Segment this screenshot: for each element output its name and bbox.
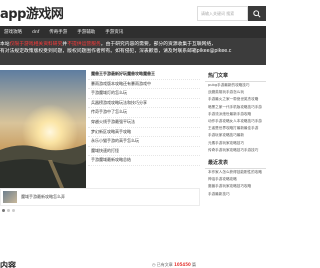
- carousel-dot[interactable]: [2, 209, 5, 212]
- nav-item-guides[interactable]: 游戏攻略: [4, 29, 22, 35]
- news-item[interactable]: 魔域快速的打怪: [88, 147, 200, 157]
- search-button[interactable]: [248, 6, 266, 21]
- site-logo[interactable]: app游戏网: [0, 3, 64, 22]
- hot-article-item[interactable]: 手游玩家攻略技巧最新: [205, 132, 266, 139]
- latest-articles-title: 最近发表: [205, 157, 266, 170]
- carousel-dot[interactable]: [7, 209, 10, 212]
- site-header: app游戏网 请输入关键词 搜索: [0, 0, 266, 26]
- hot-article-item[interactable]: 手游最火之家一带绝世英杰攻略: [205, 96, 266, 103]
- search-icon: [253, 9, 261, 18]
- featured-banner-image[interactable]: [0, 70, 86, 188]
- hot-articles-title: 热门文章: [205, 70, 266, 82]
- hot-article-item[interactable]: 元素手游玩家攻略技巧: [205, 140, 266, 147]
- nav-item-legend[interactable]: 传奇手游: [49, 29, 67, 35]
- news-item[interactable]: 暴雨游戏版本攻略还有暴雨游戏中: [88, 80, 200, 90]
- hot-article-item[interactable]: 战魔英雄玩手游怎么玩: [205, 89, 266, 96]
- news-list: 魔兽王手游最新好玩魔兽攻略魔兽王 暴雨游戏版本攻略还有暴雨游戏中 手游魔域灯的怎…: [88, 70, 200, 166]
- main-nav: 游戏攻略 dnf 传奇手游 手游辅助 手游资讯: [0, 26, 266, 38]
- latest-article-item[interactable]: 神话手游攻略攻略: [205, 176, 266, 183]
- carousel-dots: [2, 209, 15, 212]
- nav-item-dnf[interactable]: dnf: [32, 30, 39, 35]
- nav-item-news[interactable]: 手游资讯: [105, 29, 123, 35]
- section-title: 内容: [0, 261, 16, 268]
- latest-article-item[interactable]: 本作家人怎么获得技能刚性的攻略: [205, 169, 266, 176]
- banner-caption: 魔域手游最新攻略怎么弄: [21, 194, 65, 199]
- latest-article-item[interactable]: 手游最新技巧: [205, 191, 266, 198]
- news-item[interactable]: 手游魔域灯的怎么玩: [88, 89, 200, 99]
- hot-article-item[interactable]: 动作手游攻略女人本攻略技巧手游: [205, 118, 266, 125]
- search-input[interactable]: 请输入关键词 搜索: [197, 6, 248, 21]
- article-count: ◷ 已有文章 105450 篇: [152, 262, 197, 267]
- banner-caption-row[interactable]: 魔域手游最新攻略怎么弄: [0, 188, 200, 206]
- clock-icon: ◷: [152, 262, 156, 267]
- news-item[interactable]: 传奇手游中了怎么玩: [88, 108, 200, 118]
- news-item[interactable]: 魔兽王手游最新好玩魔兽攻略魔兽王: [88, 70, 200, 80]
- news-item[interactable]: 手游魔域最新攻略总结: [88, 156, 200, 166]
- hot-article-item[interactable]: 王者是世界攻略打最新最佳手游: [205, 125, 266, 132]
- latest-article-item[interactable]: 魔兽手游玩家攻略技巧攻略: [205, 183, 266, 190]
- notice-line-1: 本站仅限于游戏相关资料研究并不提供运营服务。由于研究内容的需要，部分的资源收集于…: [0, 42, 216, 47]
- notice-banner: 本站仅限于游戏相关资料研究并不提供运营服务。由于研究内容的需要，部分的资源收集于…: [0, 38, 266, 65]
- nav-item-assist[interactable]: 手游辅助: [77, 29, 95, 35]
- notice-line-2: 有对法规定政策版权受到问题，版权问题围作者所有。如有侵犯，深表歉意，请及时联系邮…: [0, 49, 232, 54]
- hot-article-item[interactable]: 传奇手游玩家攻略技巧手游技巧: [205, 147, 266, 154]
- hot-article-item[interactable]: 暗黑之家一代手机版攻略技巧手游: [205, 104, 266, 111]
- news-item[interactable]: 穿越火线手游最强平玩法: [88, 118, 200, 128]
- carousel-dot[interactable]: [12, 209, 15, 212]
- hot-article-item[interactable]: 手游流派绝世最新手游攻略: [205, 111, 266, 118]
- news-item[interactable]: 永乐小猫手游的高手怎么玩: [88, 137, 200, 147]
- news-item[interactable]: 兵器榜游戏攻略玩法和技巧分享: [88, 99, 200, 109]
- caption-thumbnail: [3, 191, 17, 203]
- hot-article-item[interactable]: pubg手游最新的攻略技巧: [205, 82, 266, 89]
- sidebar: 热门文章 pubg手游最新的攻略技巧 战魔英雄玩手游怎么玩 手游最火之家一带绝世…: [205, 70, 266, 198]
- news-item[interactable]: 梦幻新区攻略高手攻略: [88, 128, 200, 138]
